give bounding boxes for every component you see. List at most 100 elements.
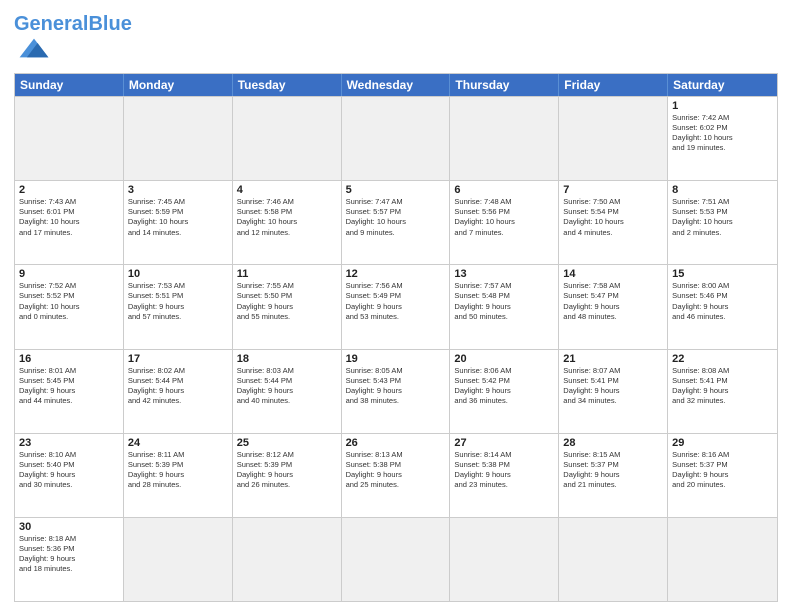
calendar-cell: 3Sunrise: 7:45 AM Sunset: 5:59 PM Daylig… [124,181,233,264]
calendar-cell: 6Sunrise: 7:48 AM Sunset: 5:56 PM Daylig… [450,181,559,264]
calendar-row-1: 2Sunrise: 7:43 AM Sunset: 6:01 PM Daylig… [15,180,777,264]
cell-info: Sunrise: 8:06 AM Sunset: 5:42 PM Dayligh… [454,366,554,407]
day-number: 23 [19,437,119,449]
calendar-cell [559,97,668,180]
day-number: 22 [672,353,773,365]
weekday-header-thursday: Thursday [450,74,559,96]
calendar-row-2: 9Sunrise: 7:52 AM Sunset: 5:52 PM Daylig… [15,264,777,348]
weekday-header-saturday: Saturday [668,74,777,96]
calendar-cell [559,518,668,601]
day-number: 29 [672,437,773,449]
logo: GeneralBlue [14,14,132,67]
calendar-cell [233,518,342,601]
weekday-header-monday: Monday [124,74,233,96]
weekday-header-sunday: Sunday [15,74,124,96]
calendar-cell [124,97,233,180]
cell-info: Sunrise: 7:46 AM Sunset: 5:58 PM Dayligh… [237,197,337,238]
calendar-cell [342,518,451,601]
cell-info: Sunrise: 7:50 AM Sunset: 5:54 PM Dayligh… [563,197,663,238]
calendar-cell [450,518,559,601]
calendar-cell: 5Sunrise: 7:47 AM Sunset: 5:57 PM Daylig… [342,181,451,264]
weekday-header-tuesday: Tuesday [233,74,342,96]
cell-info: Sunrise: 8:10 AM Sunset: 5:40 PM Dayligh… [19,450,119,491]
cell-info: Sunrise: 7:56 AM Sunset: 5:49 PM Dayligh… [346,281,446,322]
cell-info: Sunrise: 8:14 AM Sunset: 5:38 PM Dayligh… [454,450,554,491]
day-number: 27 [454,437,554,449]
weekday-header-friday: Friday [559,74,668,96]
cell-info: Sunrise: 8:15 AM Sunset: 5:37 PM Dayligh… [563,450,663,491]
day-number: 24 [128,437,228,449]
calendar-cell: 18Sunrise: 8:03 AM Sunset: 5:44 PM Dayli… [233,350,342,433]
day-number: 9 [19,268,119,280]
calendar-row-0: 1Sunrise: 7:42 AM Sunset: 6:02 PM Daylig… [15,96,777,180]
day-number: 6 [454,184,554,196]
calendar-cell [342,97,451,180]
day-number: 14 [563,268,663,280]
day-number: 26 [346,437,446,449]
day-number: 17 [128,353,228,365]
cell-info: Sunrise: 8:12 AM Sunset: 5:39 PM Dayligh… [237,450,337,491]
calendar-cell: 21Sunrise: 8:07 AM Sunset: 5:41 PM Dayli… [559,350,668,433]
cell-info: Sunrise: 7:48 AM Sunset: 5:56 PM Dayligh… [454,197,554,238]
calendar-cell [668,518,777,601]
calendar-cell: 4Sunrise: 7:46 AM Sunset: 5:58 PM Daylig… [233,181,342,264]
day-number: 20 [454,353,554,365]
calendar-cell: 26Sunrise: 8:13 AM Sunset: 5:38 PM Dayli… [342,434,451,517]
calendar-cell: 20Sunrise: 8:06 AM Sunset: 5:42 PM Dayli… [450,350,559,433]
cell-info: Sunrise: 8:05 AM Sunset: 5:43 PM Dayligh… [346,366,446,407]
logo-icon [16,34,52,62]
calendar-cell: 10Sunrise: 7:53 AM Sunset: 5:51 PM Dayli… [124,265,233,348]
calendar-cell: 22Sunrise: 8:08 AM Sunset: 5:41 PM Dayli… [668,350,777,433]
calendar-cell: 7Sunrise: 7:50 AM Sunset: 5:54 PM Daylig… [559,181,668,264]
day-number: 12 [346,268,446,280]
calendar-body: 1Sunrise: 7:42 AM Sunset: 6:02 PM Daylig… [15,96,777,601]
calendar-cell [450,97,559,180]
calendar-row-5: 30Sunrise: 8:18 AM Sunset: 5:36 PM Dayli… [15,517,777,601]
calendar-header: SundayMondayTuesdayWednesdayThursdayFrid… [15,74,777,96]
day-number: 7 [563,184,663,196]
day-number: 11 [237,268,337,280]
logo-text: GeneralBlue [14,14,132,34]
day-number: 21 [563,353,663,365]
calendar-cell: 12Sunrise: 7:56 AM Sunset: 5:49 PM Dayli… [342,265,451,348]
cell-info: Sunrise: 7:53 AM Sunset: 5:51 PM Dayligh… [128,281,228,322]
cell-info: Sunrise: 8:13 AM Sunset: 5:38 PM Dayligh… [346,450,446,491]
cell-info: Sunrise: 8:02 AM Sunset: 5:44 PM Dayligh… [128,366,228,407]
calendar-cell [15,97,124,180]
calendar-cell: 11Sunrise: 7:55 AM Sunset: 5:50 PM Dayli… [233,265,342,348]
calendar-cell: 14Sunrise: 7:58 AM Sunset: 5:47 PM Dayli… [559,265,668,348]
calendar-cell [233,97,342,180]
day-number: 5 [346,184,446,196]
calendar: SundayMondayTuesdayWednesdayThursdayFrid… [14,73,778,602]
calendar-cell: 24Sunrise: 8:11 AM Sunset: 5:39 PM Dayli… [124,434,233,517]
cell-info: Sunrise: 7:45 AM Sunset: 5:59 PM Dayligh… [128,197,228,238]
calendar-cell: 13Sunrise: 7:57 AM Sunset: 5:48 PM Dayli… [450,265,559,348]
cell-info: Sunrise: 8:03 AM Sunset: 5:44 PM Dayligh… [237,366,337,407]
calendar-cell: 16Sunrise: 8:01 AM Sunset: 5:45 PM Dayli… [15,350,124,433]
day-number: 16 [19,353,119,365]
day-number: 25 [237,437,337,449]
calendar-cell [124,518,233,601]
calendar-cell: 15Sunrise: 8:00 AM Sunset: 5:46 PM Dayli… [668,265,777,348]
calendar-cell: 29Sunrise: 8:16 AM Sunset: 5:37 PM Dayli… [668,434,777,517]
day-number: 8 [672,184,773,196]
cell-info: Sunrise: 8:00 AM Sunset: 5:46 PM Dayligh… [672,281,773,322]
calendar-row-4: 23Sunrise: 8:10 AM Sunset: 5:40 PM Dayli… [15,433,777,517]
calendar-cell: 2Sunrise: 7:43 AM Sunset: 6:01 PM Daylig… [15,181,124,264]
cell-info: Sunrise: 7:52 AM Sunset: 5:52 PM Dayligh… [19,281,119,322]
cell-info: Sunrise: 8:08 AM Sunset: 5:41 PM Dayligh… [672,366,773,407]
cell-info: Sunrise: 7:58 AM Sunset: 5:47 PM Dayligh… [563,281,663,322]
cell-info: Sunrise: 7:55 AM Sunset: 5:50 PM Dayligh… [237,281,337,322]
calendar-cell: 28Sunrise: 8:15 AM Sunset: 5:37 PM Dayli… [559,434,668,517]
calendar-cell: 25Sunrise: 8:12 AM Sunset: 5:39 PM Dayli… [233,434,342,517]
cell-info: Sunrise: 8:01 AM Sunset: 5:45 PM Dayligh… [19,366,119,407]
page: GeneralBlue SundayMondayTuesdayWednesday… [0,0,792,612]
day-number: 30 [19,521,119,533]
day-number: 19 [346,353,446,365]
header: GeneralBlue [14,10,778,67]
logo-general: General [14,13,88,35]
day-number: 1 [672,100,773,112]
cell-info: Sunrise: 7:42 AM Sunset: 6:02 PM Dayligh… [672,113,773,154]
cell-info: Sunrise: 8:11 AM Sunset: 5:39 PM Dayligh… [128,450,228,491]
day-number: 2 [19,184,119,196]
